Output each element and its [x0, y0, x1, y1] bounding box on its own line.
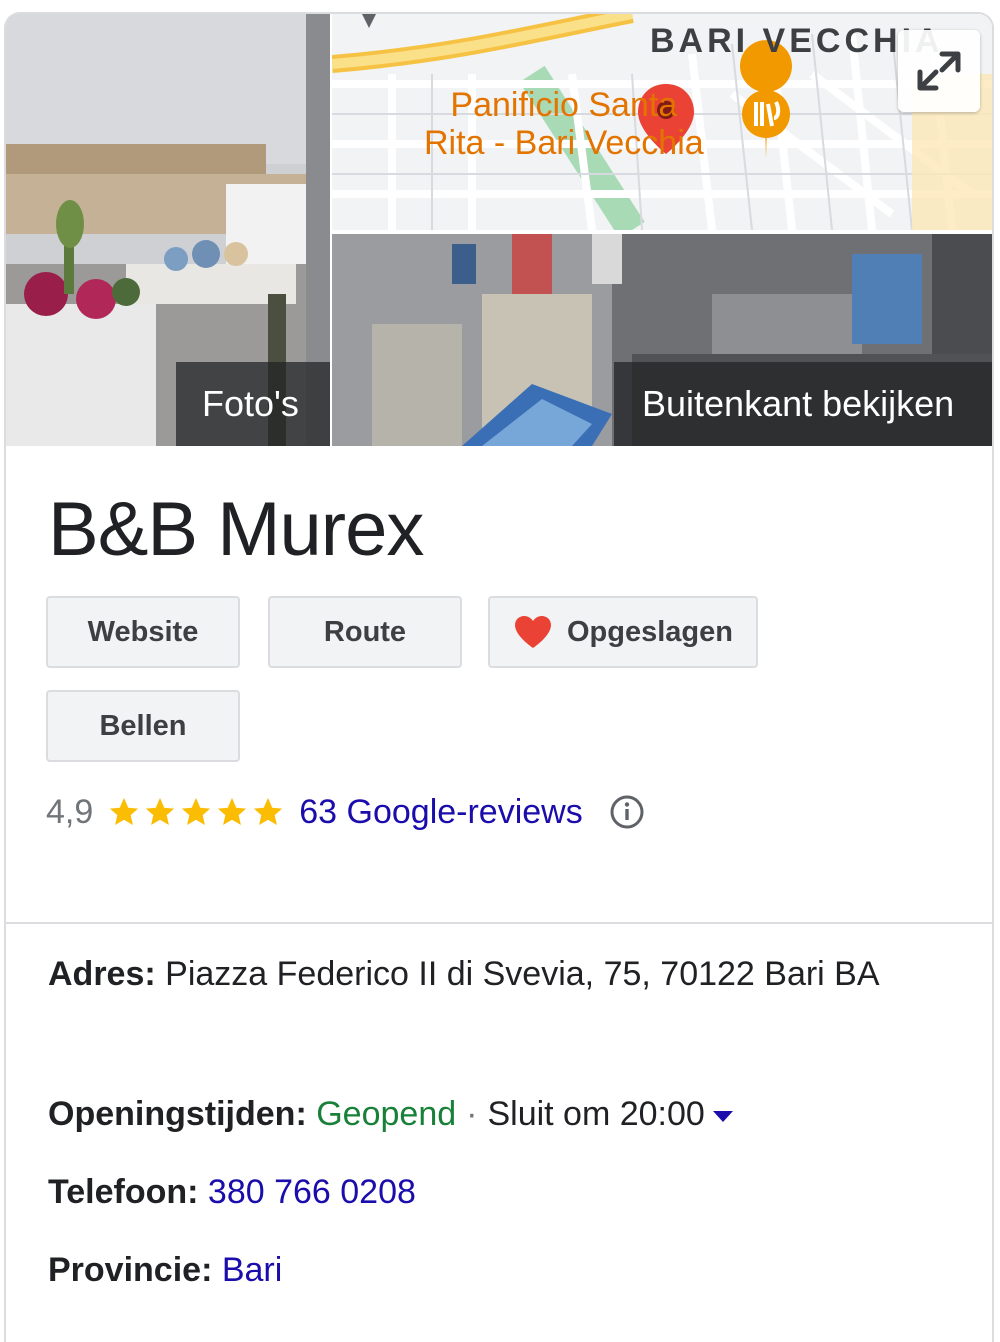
address-row: Adres: Piazza Federico II di Svevia, 75,… [48, 944, 948, 1004]
rating-row: 4,9 63 Google-reviews [46, 790, 645, 834]
map-poi-label: Panificio Santa Rita - Bari Vecchia [424, 86, 704, 162]
place-title: B&B Murex [48, 487, 424, 572]
star-icon [146, 797, 175, 826]
address-label: Adres: [48, 955, 156, 993]
star-icon [182, 797, 211, 826]
hours-close: Sluit om 20:00 [487, 1095, 705, 1133]
route-button[interactable]: Route [268, 596, 462, 668]
street-view-tile[interactable]: Buitenkant bekijken [332, 234, 992, 446]
saved-button[interactable]: Opgeslagen [488, 596, 758, 668]
phone-label: Telefoon: [48, 1173, 199, 1211]
call-button[interactable]: Bellen [46, 690, 240, 762]
expand-map-button[interactable] [898, 30, 980, 112]
info-icon[interactable] [609, 794, 645, 830]
hours-row: Openingstijden: Geopend · Sluit om 20:00 [48, 1084, 948, 1144]
phone-row: Telefoon: 380 766 0208 [48, 1162, 948, 1222]
heart-icon [515, 616, 551, 648]
street-view-label: Buitenkant bekijken [614, 362, 992, 446]
expand-icon [917, 51, 961, 91]
province-row: Provincie: Bari [48, 1240, 948, 1300]
hours-separator: · [466, 1095, 478, 1133]
hours-status: Geopend [316, 1095, 457, 1133]
star-icon [254, 797, 283, 826]
divider [6, 922, 992, 924]
star-icon [218, 797, 247, 826]
province-label: Provincie: [48, 1251, 213, 1289]
address-value: Piazza Federico II di Svevia, 75, 70122 … [165, 955, 880, 993]
photo-tile[interactable]: Foto's [6, 14, 330, 446]
phone-link[interactable]: 380 766 0208 [208, 1173, 416, 1211]
website-button[interactable]: Website [46, 596, 240, 668]
hours-label: Openingstijden: [48, 1095, 307, 1133]
star-icon [110, 797, 139, 826]
saved-button-label: Opgeslagen [567, 615, 733, 648]
media-row: Foto's BARI VECCHIA Panificio Santa Rita… [6, 14, 992, 446]
map-tile[interactable]: BARI VECCHIA Panificio Santa Rita - Bari… [332, 14, 992, 230]
reviews-link[interactable]: 63 Google-reviews [299, 793, 582, 832]
knowledge-panel: Foto's BARI VECCHIA Panificio Santa Rita… [4, 12, 994, 1342]
chevron-down-icon[interactable] [712, 1110, 733, 1122]
photos-label: Foto's [176, 362, 330, 446]
rating-value: 4,9 [46, 792, 94, 831]
star-rating [107, 795, 285, 829]
province-link[interactable]: Bari [222, 1251, 282, 1289]
